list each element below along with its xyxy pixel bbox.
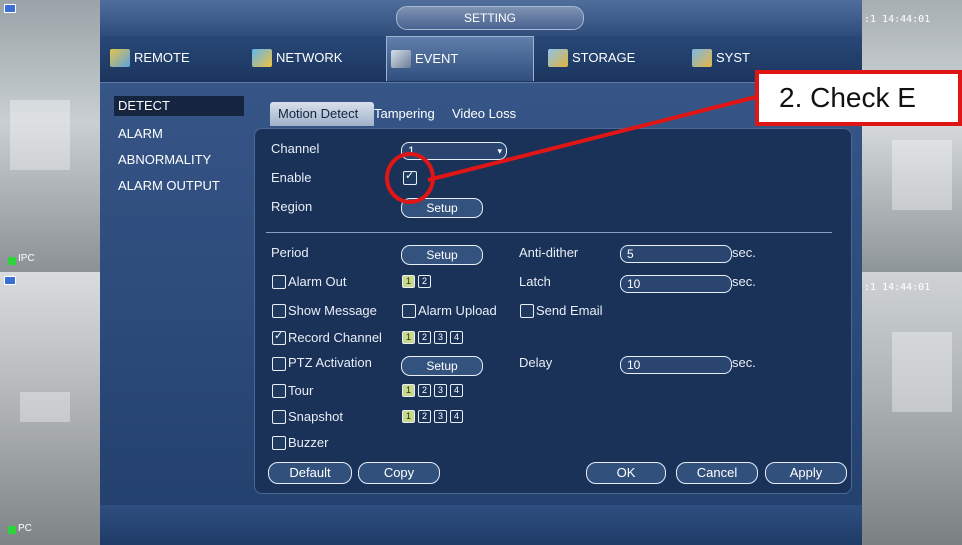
alarm-out-checkbox[interactable] — [272, 275, 286, 289]
tab-label: NETWORK — [276, 50, 343, 65]
send-email-checkbox[interactable] — [520, 304, 534, 318]
record-channel-checkbox[interactable] — [272, 329, 286, 345]
system-icon — [692, 49, 712, 67]
chevron-down-icon: ▾ — [497, 146, 502, 156]
section-divider — [266, 232, 832, 233]
alarm-upload-checkbox[interactable] — [402, 304, 416, 318]
camera-label: PC — [18, 523, 32, 534]
ptz-activation-checkbox[interactable] — [272, 357, 286, 371]
tab-label: REMOTE — [134, 50, 190, 65]
ptz-setup-button[interactable]: Setup — [401, 356, 483, 376]
camera-timestamp: :1 14:44:01 — [864, 14, 931, 25]
camera-channel-icon — [4, 4, 16, 13]
snapshot-label: Snapshot — [288, 409, 343, 424]
camera-channel-icon — [4, 276, 16, 285]
camera-status-icon — [8, 257, 16, 265]
tour-label: Tour — [288, 383, 314, 398]
buzzer-checkbox[interactable] — [272, 436, 286, 450]
copy-button[interactable]: Copy — [358, 462, 440, 484]
latch-unit: sec. — [732, 274, 756, 289]
latch-label: Latch — [519, 274, 551, 289]
camera-feed-bottom-left: PC — [0, 272, 100, 545]
tour-checkbox[interactable] — [272, 384, 286, 398]
camera-feed-top-left: IPC — [0, 0, 100, 272]
default-button[interactable]: Default — [268, 462, 352, 484]
sidebar: DETECT ALARM ABNORMALITY ALARM OUTPUT — [100, 82, 250, 502]
window-title: SETTING — [396, 6, 584, 30]
remote-icon — [110, 49, 130, 67]
tour-channel[interactable]: 3 — [434, 384, 447, 397]
snapshot-checkbox[interactable] — [272, 410, 286, 424]
snapshot-channel[interactable]: 1 — [402, 410, 415, 423]
tab-label: EVENT — [415, 51, 459, 66]
tab-remote[interactable]: REMOTE — [106, 36, 234, 80]
tab-network[interactable]: NETWORK — [248, 36, 386, 80]
alarm-out-channel[interactable]: 2 — [418, 275, 431, 288]
delay-unit: sec. — [732, 355, 756, 370]
status-bar — [100, 505, 862, 545]
tab-video-loss[interactable]: Video Loss — [444, 102, 524, 126]
send-email-label: Send Email — [536, 303, 603, 318]
buzzer-label: Buzzer — [288, 435, 329, 450]
enable-label: Enable — [271, 170, 312, 185]
cancel-button[interactable]: Cancel — [676, 462, 758, 484]
camera-feed-bottom-right: :1 14:44:01 — [862, 272, 962, 545]
tab-label: STORAGE — [572, 50, 636, 65]
snapshot-channel[interactable]: 2 — [418, 410, 431, 423]
camera-label: IPC — [18, 253, 35, 264]
sidebar-item-detect[interactable]: DETECT — [114, 96, 244, 116]
tour-channel[interactable]: 1 — [402, 384, 415, 397]
alarm-out-label: Alarm Out — [288, 274, 347, 289]
period-setup-button[interactable]: Setup — [401, 245, 483, 265]
annotation-highlight-circle — [385, 152, 435, 204]
latch-input[interactable]: 10 — [620, 275, 732, 293]
record-channel-label: Record Channel — [288, 330, 382, 345]
record-channel-number[interactable]: 1 — [402, 331, 415, 344]
annotation-callout: 2. Check E — [755, 70, 962, 126]
tab-label: SYST — [716, 50, 750, 65]
event-icon — [391, 50, 411, 68]
anti-dither-input[interactable]: 5 — [620, 245, 732, 263]
snapshot-channel[interactable]: 3 — [434, 410, 447, 423]
delay-input[interactable]: 10 — [620, 356, 732, 374]
alarm-upload-label: Alarm Upload — [418, 303, 497, 318]
sidebar-item-alarm[interactable]: ALARM — [118, 126, 163, 141]
show-message-checkbox[interactable] — [272, 304, 286, 318]
record-channel-number[interactable]: 2 — [418, 331, 431, 344]
snapshot-channel[interactable]: 4 — [450, 410, 463, 423]
storage-icon — [548, 49, 568, 67]
tab-motion-detect[interactable]: Motion Detect — [270, 102, 374, 126]
channel-label: Channel — [271, 141, 320, 156]
anti-dither-unit: sec. — [732, 245, 756, 260]
delay-label: Delay — [519, 355, 553, 370]
ptz-activation-label: PTZ Activation — [288, 355, 372, 370]
title-bar: SETTING — [100, 0, 862, 36]
tab-event[interactable]: EVENT — [386, 36, 534, 81]
top-navigation: REMOTE NETWORK EVENT STORAGE SYST — [100, 36, 862, 83]
ok-button[interactable]: OK — [586, 462, 666, 484]
tour-channel[interactable]: 4 — [450, 384, 463, 397]
sidebar-item-alarm-output[interactable]: ALARM OUTPUT — [118, 178, 220, 193]
show-message-label: Show Message — [288, 303, 377, 318]
network-icon — [252, 49, 272, 67]
region-label: Region — [271, 199, 313, 214]
sidebar-item-abnormality[interactable]: ABNORMALITY — [118, 152, 211, 167]
camera-status-icon — [8, 526, 16, 534]
tab-tampering[interactable]: Tampering — [366, 102, 443, 126]
tab-storage[interactable]: STORAGE — [544, 36, 682, 80]
record-channel-number[interactable]: 3 — [434, 331, 447, 344]
apply-button[interactable]: Apply — [765, 462, 847, 484]
camera-timestamp: :1 14:44:01 — [864, 282, 931, 293]
period-label: Period — [271, 245, 309, 260]
record-channel-number[interactable]: 4 — [450, 331, 463, 344]
tour-channel[interactable]: 2 — [418, 384, 431, 397]
camera-feed-top-right: :1 14:44:01 — [862, 0, 962, 272]
anti-dither-label: Anti-dither — [519, 245, 579, 260]
settings-window: SETTING REMOTE NETWORK EVENT STORAGE SYS… — [100, 0, 862, 545]
alarm-out-channel[interactable]: 1 — [402, 275, 415, 288]
